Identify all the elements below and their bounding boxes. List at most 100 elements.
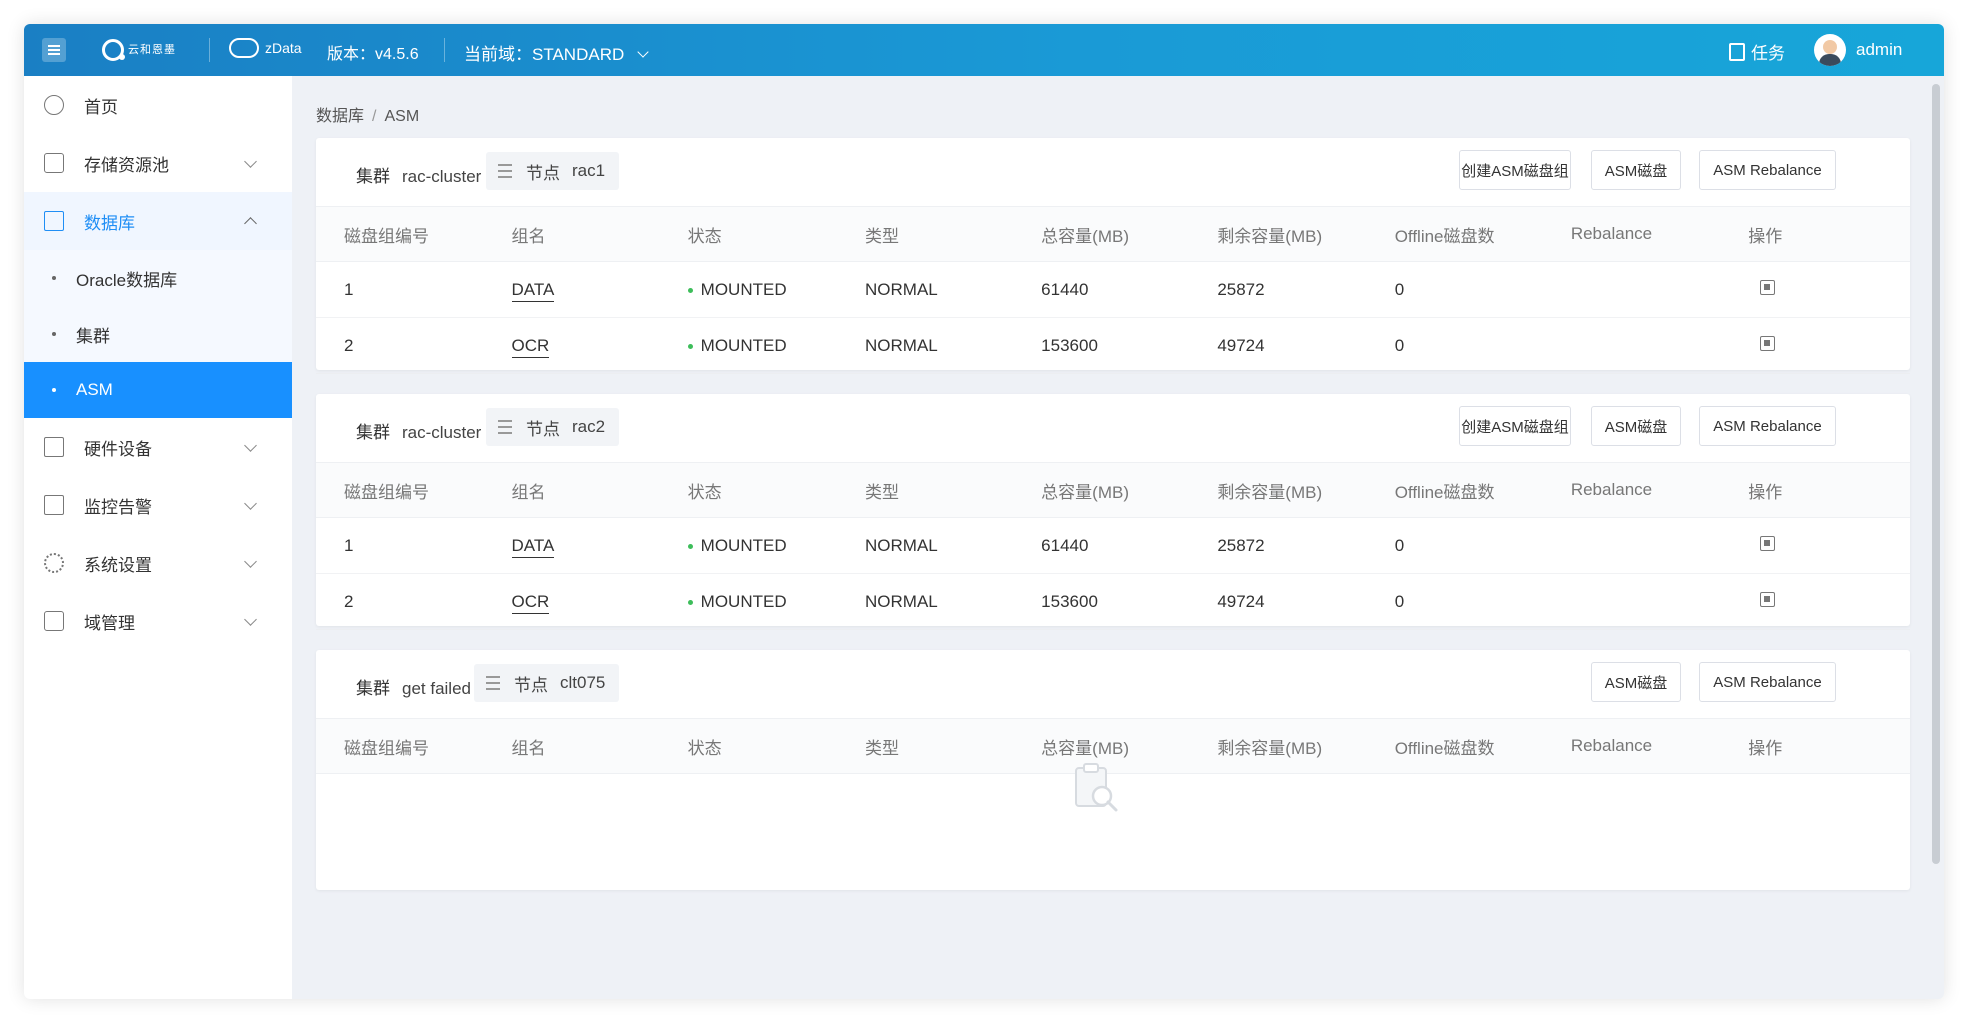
sidebar: 首页 存储资源池 数据库 Oracle数据库 集群 ASM 硬件设备 监控告警 … xyxy=(24,76,292,999)
detail-icon[interactable] xyxy=(1760,279,1776,295)
column-header: 操作 xyxy=(1720,206,1910,262)
main-content: 数据库 / ASM 集群 rac-cluster 节点 rac1 创建ASM磁盘组 ASM磁盘… xyxy=(292,76,1944,999)
scrollbar[interactable] xyxy=(1932,84,1940,864)
menu-toggle-button[interactable] xyxy=(42,38,66,62)
column-header: 组名 xyxy=(483,718,660,774)
top-bar: 云和恩墨 zData 版本：v4.5.6 当前域：STANDARD 任务 adm… xyxy=(24,24,1944,76)
username: admin xyxy=(1856,40,1903,59)
status-text: MOUNTED xyxy=(700,279,787,299)
column-header: Rebalance xyxy=(1542,206,1721,262)
breadcrumb-current: ASM xyxy=(384,108,420,125)
tasks-button[interactable]: 任务 xyxy=(1729,39,1785,64)
cluster-info: 集群 get failed xyxy=(356,674,471,699)
domain-selector[interactable]: 当前域：STANDARD xyxy=(464,40,649,65)
sidebar-item-storage[interactable]: 存储资源池 xyxy=(24,134,292,192)
column-header: 磁盘组编号 xyxy=(316,462,484,518)
column-header: Rebalance xyxy=(1542,462,1721,518)
column-header: 状态 xyxy=(659,718,838,774)
create-diskgroup-button[interactable]: 创建ASM磁盘组 xyxy=(1459,406,1571,446)
sidebar-item-database[interactable]: 数据库 xyxy=(24,192,292,250)
sidebar-item-monitor[interactable]: 监控告警 xyxy=(24,476,292,534)
chevron-up-icon xyxy=(244,216,257,230)
asm-rebalance-button[interactable]: ASM Rebalance xyxy=(1699,406,1836,446)
company-logo: 云和恩墨 xyxy=(102,36,176,64)
sidebar-item-label: Oracle数据库 xyxy=(76,270,178,290)
sidebar-item-settings[interactable]: 系统设置 xyxy=(24,534,292,592)
breadcrumb-separator: / xyxy=(372,108,377,125)
dashboard-icon xyxy=(44,95,64,115)
card-header: 集群 rac-cluster 节点 rac2 创建ASM磁盘组 ASM磁盘 ASM Reba… xyxy=(316,394,1910,462)
sidebar-item-label: 监控告警 xyxy=(84,497,152,517)
column-header: 磁盘组编号 xyxy=(316,718,484,774)
column-header: 剩余容量(MB) xyxy=(1189,462,1367,518)
sidebar-item-home[interactable]: 首页 xyxy=(24,76,292,134)
sidebar-item-label: 硬件设备 xyxy=(84,439,152,459)
diskgroup-name-link[interactable]: OCR xyxy=(511,335,550,358)
copy-icon xyxy=(44,611,64,631)
asm-rebalance-button[interactable]: ASM Rebalance xyxy=(1699,150,1836,190)
column-header: 总容量(MB) xyxy=(1013,462,1190,518)
diskgroup-id: 2 xyxy=(316,573,484,630)
column-header: 类型 xyxy=(837,206,1014,262)
product-name: zData xyxy=(265,40,302,56)
database-icon xyxy=(44,211,64,231)
type-cell: NORMAL xyxy=(837,573,1014,630)
column-header: 操作 xyxy=(1720,718,1910,774)
type-cell: NORMAL xyxy=(837,261,1014,318)
detail-icon[interactable] xyxy=(1760,335,1776,351)
offline-disks-cell: 0 xyxy=(1366,261,1543,318)
sidebar-item-cluster[interactable]: 集群 xyxy=(24,306,292,362)
node-label: 节点 xyxy=(526,163,560,183)
sidebar-item-asm[interactable]: ASM xyxy=(24,362,292,418)
user-menu[interactable]: admin xyxy=(1814,34,1902,66)
asm-disk-button[interactable]: ASM磁盘 xyxy=(1591,406,1681,446)
diskgroup-table: 磁盘组编号 组名 状态 类型 总容量(MB) 剩余容量(MB) Offline磁盘数 Reba… xyxy=(316,462,1910,630)
table-row: 2 OCR MOUNTED NORMAL 153600 49724 0 xyxy=(316,573,1910,630)
diskgroup-id: 1 xyxy=(316,517,484,574)
asm-rebalance-button[interactable]: ASM Rebalance xyxy=(1699,662,1836,702)
diskgroup-name-cell: OCR xyxy=(483,573,660,630)
sidebar-item-oracle[interactable]: Oracle数据库 xyxy=(24,250,292,306)
status-cell: MOUNTED xyxy=(659,261,838,318)
column-header: 状态 xyxy=(659,462,838,518)
column-header: 剩余容量(MB) xyxy=(1189,206,1367,262)
actions-cell xyxy=(1720,573,1910,630)
sidebar-item-hardware[interactable]: 硬件设备 xyxy=(24,418,292,476)
total-capacity-cell: 153600 xyxy=(1013,317,1190,374)
cluster-label: 集群 xyxy=(356,167,390,186)
card-header: 集群 rac-cluster 节点 rac1 创建ASM磁盘组 ASM磁盘 ASM Reba… xyxy=(316,138,1910,206)
diskgroup-name-link[interactable]: DATA xyxy=(511,279,555,302)
sidebar-item-label: 首页 xyxy=(84,97,118,117)
logo-text: 云和恩墨 xyxy=(128,43,176,56)
list-icon xyxy=(498,420,512,434)
offline-disks-cell: 0 xyxy=(1366,573,1543,630)
cluster-info: 集群 rac-cluster xyxy=(356,162,481,187)
detail-icon[interactable] xyxy=(1760,535,1776,551)
version-label: 版本：v4.5.6 xyxy=(327,46,419,63)
column-header: 类型 xyxy=(837,462,1014,518)
diskgroup-name-link[interactable]: OCR xyxy=(511,591,550,614)
storage-icon xyxy=(44,153,64,173)
sidebar-item-domain[interactable]: 域管理 xyxy=(24,592,292,650)
node-name: rac2 xyxy=(572,417,606,436)
gear-icon xyxy=(44,553,64,573)
status-dot-icon xyxy=(687,343,693,349)
breadcrumb-parent[interactable]: 数据库 xyxy=(316,108,364,125)
empty-data-icon xyxy=(1075,763,1118,812)
free-capacity-cell: 25872 xyxy=(1189,517,1367,574)
bullet-icon xyxy=(52,276,56,280)
detail-icon[interactable] xyxy=(1760,591,1776,607)
clipboard-icon xyxy=(1729,42,1745,61)
cluster-name: rac-cluster xyxy=(402,423,482,442)
diskgroup-name-link[interactable]: DATA xyxy=(511,535,555,558)
status-dot-icon xyxy=(687,543,693,549)
asm-disk-button[interactable]: ASM磁盘 xyxy=(1591,150,1681,190)
offline-disks-cell: 0 xyxy=(1366,517,1543,574)
node-tag: 节点 rac2 xyxy=(486,408,620,446)
actions-cell xyxy=(1720,517,1910,574)
breadcrumb: 数据库 / ASM xyxy=(316,102,419,126)
cluster-name: get failed xyxy=(402,679,471,698)
hardware-icon xyxy=(44,437,64,457)
asm-disk-button[interactable]: ASM磁盘 xyxy=(1591,662,1681,702)
create-diskgroup-button[interactable]: 创建ASM磁盘组 xyxy=(1459,150,1571,190)
